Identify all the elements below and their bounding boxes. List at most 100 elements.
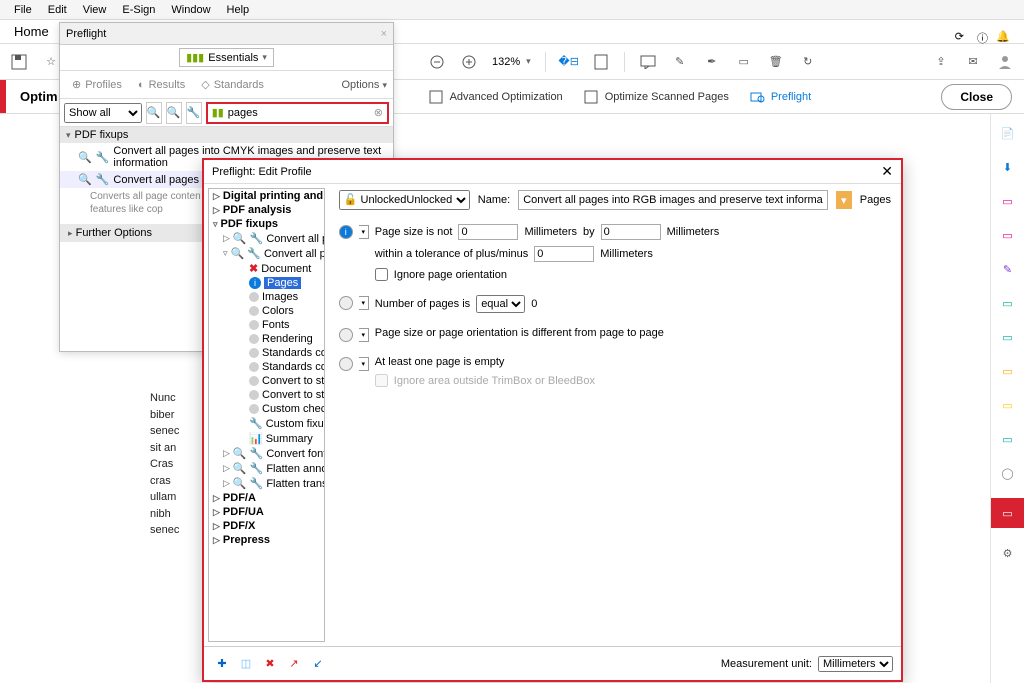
highlight-icon[interactable]: ✎	[671, 53, 689, 71]
severity-dropdown[interactable]: ▾	[359, 225, 369, 239]
tree-pages[interactable]: iPages	[209, 276, 324, 290]
rail-organize-icon[interactable]: ▭	[999, 294, 1017, 312]
page-icon[interactable]	[592, 53, 610, 71]
rail-protect-icon[interactable]: ▭	[999, 362, 1017, 380]
bell-icon[interactable]: 🔔	[996, 30, 1010, 43]
warning-icon[interactable]: ▾	[836, 191, 852, 209]
compare-dropdown[interactable]: equal	[476, 295, 525, 313]
tree-convert-std-emb[interactable]: Convert to standard for embedded	[209, 388, 324, 402]
severity-radio[interactable]	[339, 328, 353, 342]
menu-file[interactable]: File	[6, 4, 40, 16]
tree-document[interactable]: ✖Document	[209, 261, 324, 276]
rail-note-icon[interactable]: ▭	[999, 396, 1017, 414]
profile-tree[interactable]: ▷Digital printing and online publishing …	[208, 188, 325, 642]
show-filter[interactable]: Show all	[64, 103, 142, 123]
rail-sign-icon[interactable]: ✎	[999, 260, 1017, 278]
name-field[interactable]: Convert all pages into RGB images and pr…	[518, 190, 828, 210]
ignore-orientation-checkbox[interactable]	[375, 268, 388, 281]
search-input[interactable]	[228, 107, 370, 119]
tree-flatten-trans[interactable]: ▷🔍🔧Flatten transparency (high resolutio	[209, 476, 324, 491]
library-dropdown[interactable]: ▮▮▮Essentials▾	[179, 48, 274, 67]
sign-icon[interactable]: ✒	[703, 53, 721, 71]
tree-custom-fixups[interactable]: 🔧Custom fixups	[209, 416, 324, 431]
close-button[interactable]: Close	[941, 84, 1012, 110]
severity-dropdown[interactable]: ▾	[359, 296, 369, 310]
rail-optimize-icon[interactable]: ▭	[991, 498, 1024, 528]
menu-window[interactable]: Window	[163, 4, 218, 16]
comment-icon[interactable]	[639, 53, 657, 71]
sync-icon[interactable]: ⟳	[955, 30, 964, 43]
zoom-level[interactable]: 132% ▾	[492, 56, 531, 68]
tree-convert-fonts[interactable]: ▷🔍🔧Convert fonts to outlines	[209, 446, 324, 461]
add-button[interactable]: ✚	[212, 654, 232, 674]
height-input[interactable]	[601, 224, 661, 240]
stamp-icon[interactable]: ▭	[735, 53, 753, 71]
tolerance-input[interactable]	[534, 246, 594, 262]
rotate-icon[interactable]: ↻	[799, 53, 817, 71]
rail-more-icon[interactable]: ⚙	[999, 544, 1017, 562]
tree-colors[interactable]: Colors	[209, 304, 324, 318]
preflight-button[interactable]: Preflight	[749, 89, 811, 105]
preflight-close-icon[interactable]: ×	[381, 28, 387, 40]
severity-dropdown[interactable]: ▾	[359, 328, 369, 342]
help-icon[interactable]: ⓘ	[977, 30, 988, 46]
search-box[interactable]: ▮▮ ⊗	[206, 102, 389, 124]
rail-redact-icon[interactable]: ▭	[999, 328, 1017, 346]
filter-fix-icon[interactable]: 🔍	[166, 102, 182, 124]
clear-search-icon[interactable]: ⊗	[374, 106, 383, 119]
scan-opt-button[interactable]: Optimize Scanned Pages	[583, 89, 729, 105]
severity-dropdown[interactable]: ▾	[359, 357, 369, 371]
lock-dropdown[interactable]: 🔓 UnlockedUnlocked	[339, 190, 470, 210]
severity-radio[interactable]	[339, 296, 353, 310]
tree-pdfa[interactable]: ▷PDF/A	[209, 491, 324, 505]
mail-icon[interactable]: ✉	[964, 53, 982, 71]
share-icon[interactable]: ⇪	[932, 53, 950, 71]
star-icon[interactable]: ☆	[42, 53, 60, 71]
zoom-out-icon[interactable]	[428, 53, 446, 71]
tree-rendering[interactable]: Rendering	[209, 332, 324, 346]
filter-wrench-icon[interactable]: 🔧	[186, 102, 202, 124]
tree-summary[interactable]: 📊Summary	[209, 431, 324, 446]
menu-view[interactable]: View	[75, 4, 115, 16]
tree-fonts[interactable]: Fonts	[209, 318, 324, 332]
rail-export-icon[interactable]: ⬇	[999, 158, 1017, 176]
tab-results[interactable]: ◐Results	[132, 76, 191, 94]
tree-standards[interactable]: Standards compliance	[209, 346, 324, 360]
tab-home[interactable]: Home	[0, 24, 63, 39]
duplicate-button[interactable]: ◫	[236, 654, 256, 674]
ignore-trimbox-checkbox[interactable]	[375, 374, 388, 387]
rail-shield-icon[interactable]: ◯	[999, 464, 1017, 482]
tree-custom-checks[interactable]: Custom checks	[209, 402, 324, 416]
tree-standards-emb[interactable]: Standards compliance for embedde	[209, 360, 324, 374]
dialog-close-icon[interactable]: ✕	[881, 163, 893, 180]
width-input[interactable]	[458, 224, 518, 240]
import-button[interactable]: ↙	[308, 654, 328, 674]
menu-edit[interactable]: Edit	[40, 4, 75, 16]
severity-info-icon[interactable]: i	[339, 225, 353, 239]
tree-pdfx[interactable]: ▷PDF/X	[209, 519, 324, 533]
trash-icon[interactable]: 🗑	[767, 53, 785, 71]
measurement-dropdown[interactable]: Millimeters	[818, 656, 893, 672]
fit-icon[interactable]: �⊟	[560, 53, 578, 71]
save-icon[interactable]	[10, 53, 28, 71]
tab-profiles[interactable]: ⊕Profiles	[66, 75, 128, 94]
rail-edit-icon[interactable]: ▭	[999, 192, 1017, 210]
tree-prepress[interactable]: ▷Prepress	[209, 533, 324, 547]
delete-button[interactable]: ✖	[260, 654, 280, 674]
menu-esign[interactable]: E-Sign	[114, 4, 163, 16]
rail-comment-icon[interactable]: ▭	[999, 226, 1017, 244]
account-icon[interactable]	[996, 53, 1014, 71]
export-button[interactable]: ↗	[284, 654, 304, 674]
group-header[interactable]: ▾PDF fixups	[60, 127, 393, 143]
tree-convert-std[interactable]: Convert to standard	[209, 374, 324, 388]
tree-pdfua[interactable]: ▷PDF/UA	[209, 505, 324, 519]
rail-create-icon[interactable]: 📄	[999, 124, 1017, 142]
tree-images[interactable]: Images	[209, 290, 324, 304]
severity-radio[interactable]	[339, 357, 353, 371]
tree-flatten-ann[interactable]: ▷🔍🔧Flatten annotations and form fields	[209, 461, 324, 476]
zoom-in-icon[interactable]	[460, 53, 478, 71]
tab-standards[interactable]: ◇Standards	[195, 75, 270, 94]
filter-check-icon[interactable]: 🔍	[146, 102, 162, 124]
adv-opt-button[interactable]: Advanced Optimization	[428, 89, 563, 105]
menu-help[interactable]: Help	[219, 4, 258, 16]
